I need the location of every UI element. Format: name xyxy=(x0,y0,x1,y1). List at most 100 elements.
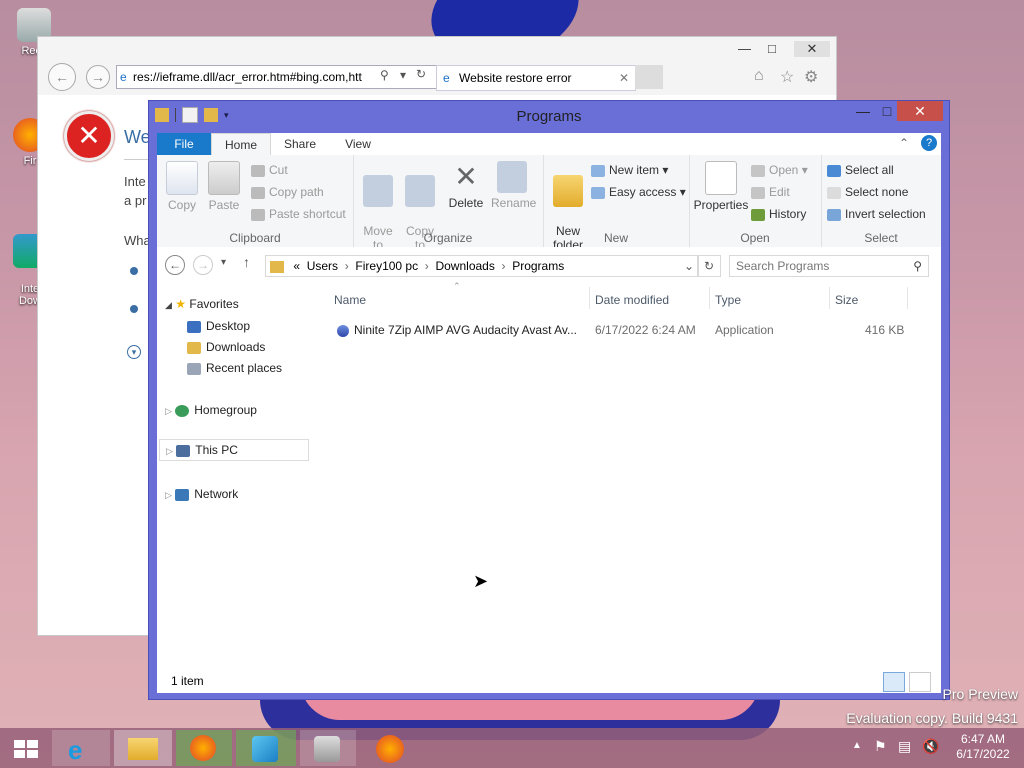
maximize-button[interactable]: □ xyxy=(877,101,897,121)
back-icon[interactable]: ← xyxy=(165,255,185,275)
action-center-flag-icon[interactable]: ⚑ xyxy=(874,738,887,755)
edit-button[interactable]: Edit xyxy=(751,185,790,199)
nav-downloads[interactable]: Downloads xyxy=(187,340,265,354)
minimize-button[interactable]: — xyxy=(847,101,879,121)
close-button[interactable]: ✕ xyxy=(897,101,943,121)
select-all-button[interactable]: Select all xyxy=(827,163,894,177)
rename-button[interactable]: Rename xyxy=(491,161,536,210)
expand-arrow-icon[interactable]: ▷ xyxy=(166,446,173,456)
breadcrumb-overflow[interactable]: « xyxy=(293,259,300,273)
recent-locations-icon[interactable]: ▾ xyxy=(221,257,226,268)
tab-home[interactable]: Home xyxy=(211,133,271,156)
taskbar-app[interactable] xyxy=(236,730,296,766)
paste-button[interactable]: Paste xyxy=(203,161,245,212)
copy-path-button[interactable]: Copy path xyxy=(251,185,324,199)
up-icon[interactable]: ↑ xyxy=(243,254,250,270)
invert-selection-button[interactable]: Invert selection xyxy=(827,207,926,221)
history-button[interactable]: History xyxy=(751,207,806,221)
file-name-cell[interactable]: Ninite 7Zip AIMP AVG Audacity Avast Av..… xyxy=(337,323,577,337)
breadcrumb-item-programs[interactable]: Programs xyxy=(512,259,564,273)
forward-icon[interactable]: → xyxy=(193,255,213,275)
nav-recent-places[interactable]: Recent places xyxy=(187,361,282,375)
new-tab-button[interactable] xyxy=(635,65,663,89)
select-none-button[interactable]: Select none xyxy=(827,185,908,199)
minimize-icon[interactable]: — xyxy=(738,41,751,56)
favorites-star-icon[interactable]: ☆ xyxy=(780,67,794,87)
cut-button[interactable]: Cut xyxy=(251,163,288,177)
nav-this-pc[interactable]: ▷ This PC xyxy=(159,439,309,461)
expand-chevron-icon[interactable]: ▾ xyxy=(127,345,141,359)
expand-arrow-icon[interactable]: ◢ xyxy=(165,300,172,310)
group-open: Properties Open ▾ Edit History Open xyxy=(689,155,822,247)
chevron-right-icon[interactable]: › xyxy=(498,259,509,273)
back-icon[interactable]: ← xyxy=(48,63,76,91)
taskbar-setup[interactable] xyxy=(300,730,356,766)
taskbar-file-explorer[interactable] xyxy=(114,730,172,766)
computer-icon xyxy=(176,444,191,457)
search-icon[interactable]: ⚲ xyxy=(380,68,389,82)
dropdown-icon[interactable]: ▾ xyxy=(400,68,406,82)
large-icons-view-icon[interactable] xyxy=(909,672,931,692)
title-bar[interactable]: ▾ Programs — □ ✕ xyxy=(149,101,949,131)
nav-desktop[interactable]: Desktop xyxy=(187,319,250,333)
properties-check-icon xyxy=(705,161,737,195)
error-heading: We xyxy=(124,127,151,147)
file-type-cell: Application xyxy=(715,323,774,337)
close-icon[interactable]: ✕ xyxy=(794,41,830,57)
easy-access-button[interactable]: Easy access ▾ xyxy=(591,185,686,199)
column-header-name[interactable]: Name xyxy=(334,293,366,307)
maximize-icon[interactable]: □ xyxy=(768,41,776,56)
chevron-right-icon[interactable]: › xyxy=(421,259,432,273)
expand-arrow-icon[interactable]: ▷ xyxy=(165,406,172,416)
details-view-icon[interactable] xyxy=(883,672,905,692)
breadcrumb-item-pc[interactable]: Firey100 pc xyxy=(355,259,418,273)
collapse-ribbon-icon[interactable]: ⌃ xyxy=(899,136,909,150)
delete-button[interactable]: ✕ Delete xyxy=(445,161,487,210)
help-icon[interactable]: ? xyxy=(921,135,937,151)
ninite-app-icon xyxy=(337,324,349,337)
taskbar-firefox-2[interactable] xyxy=(362,730,418,766)
copy-path-icon xyxy=(251,186,265,199)
column-header-size[interactable]: Size xyxy=(835,293,858,307)
clock[interactable]: 6:47 AM 6/17/2022 xyxy=(948,732,1018,762)
start-button[interactable] xyxy=(0,730,50,766)
nav-favorites[interactable]: ◢ ★ Favorites xyxy=(165,297,239,311)
search-input[interactable]: Search Programs ⚲ xyxy=(729,255,929,277)
refresh-icon[interactable]: ↻ xyxy=(697,255,721,277)
breadcrumb[interactable]: « Users › Firey100 pc › Downloads › Prog… xyxy=(265,255,699,277)
chevron-right-icon[interactable]: › xyxy=(341,259,352,273)
volume-muted-icon[interactable]: 🔇 xyxy=(922,738,939,755)
refresh-icon[interactable]: ↻ xyxy=(416,67,426,81)
tab-share[interactable]: Share xyxy=(275,133,325,155)
file-explorer-icon xyxy=(128,738,158,760)
open-button[interactable]: Open ▾ xyxy=(751,163,808,177)
expand-arrow-icon[interactable]: ▷ xyxy=(165,490,172,500)
chevron-down-icon[interactable]: ⌄ xyxy=(684,256,694,276)
error-text: Wha xyxy=(124,233,151,248)
column-header-date[interactable]: Date modified xyxy=(595,293,669,307)
paste-shortcut-button[interactable]: Paste shortcut xyxy=(251,207,346,221)
breadcrumb-item-users[interactable]: Users xyxy=(307,259,338,273)
taskbar-firefox[interactable] xyxy=(176,730,232,766)
network-tray-icon[interactable]: ▤ xyxy=(898,738,911,755)
taskbar-ie[interactable]: e xyxy=(52,730,110,766)
show-hidden-icons[interactable]: ▲ xyxy=(852,740,862,751)
ie-tab[interactable]: e Website restore error ✕ xyxy=(436,65,636,91)
tab-view[interactable]: View xyxy=(333,133,383,155)
home-icon[interactable]: ⌂ xyxy=(754,67,764,85)
settings-gear-icon[interactable]: ⚙ xyxy=(804,67,818,87)
invert-selection-icon xyxy=(827,208,841,221)
tab-file[interactable]: File xyxy=(157,133,211,155)
item-count: 1 item xyxy=(171,674,204,688)
forward-icon[interactable]: → xyxy=(86,65,110,89)
close-tab-icon[interactable]: ✕ xyxy=(619,66,629,90)
new-item-button[interactable]: New item ▾ xyxy=(591,163,668,177)
breadcrumb-item-downloads[interactable]: Downloads xyxy=(435,259,494,273)
nav-network[interactable]: ▷ Network xyxy=(165,487,238,501)
properties-button[interactable]: Properties xyxy=(693,161,749,212)
desktop-icon xyxy=(187,320,201,333)
history-icon xyxy=(751,208,765,221)
copy-button[interactable]: Copy xyxy=(161,161,203,212)
column-header-type[interactable]: Type xyxy=(715,293,741,307)
nav-homegroup[interactable]: ▷ Homegroup xyxy=(165,403,257,417)
